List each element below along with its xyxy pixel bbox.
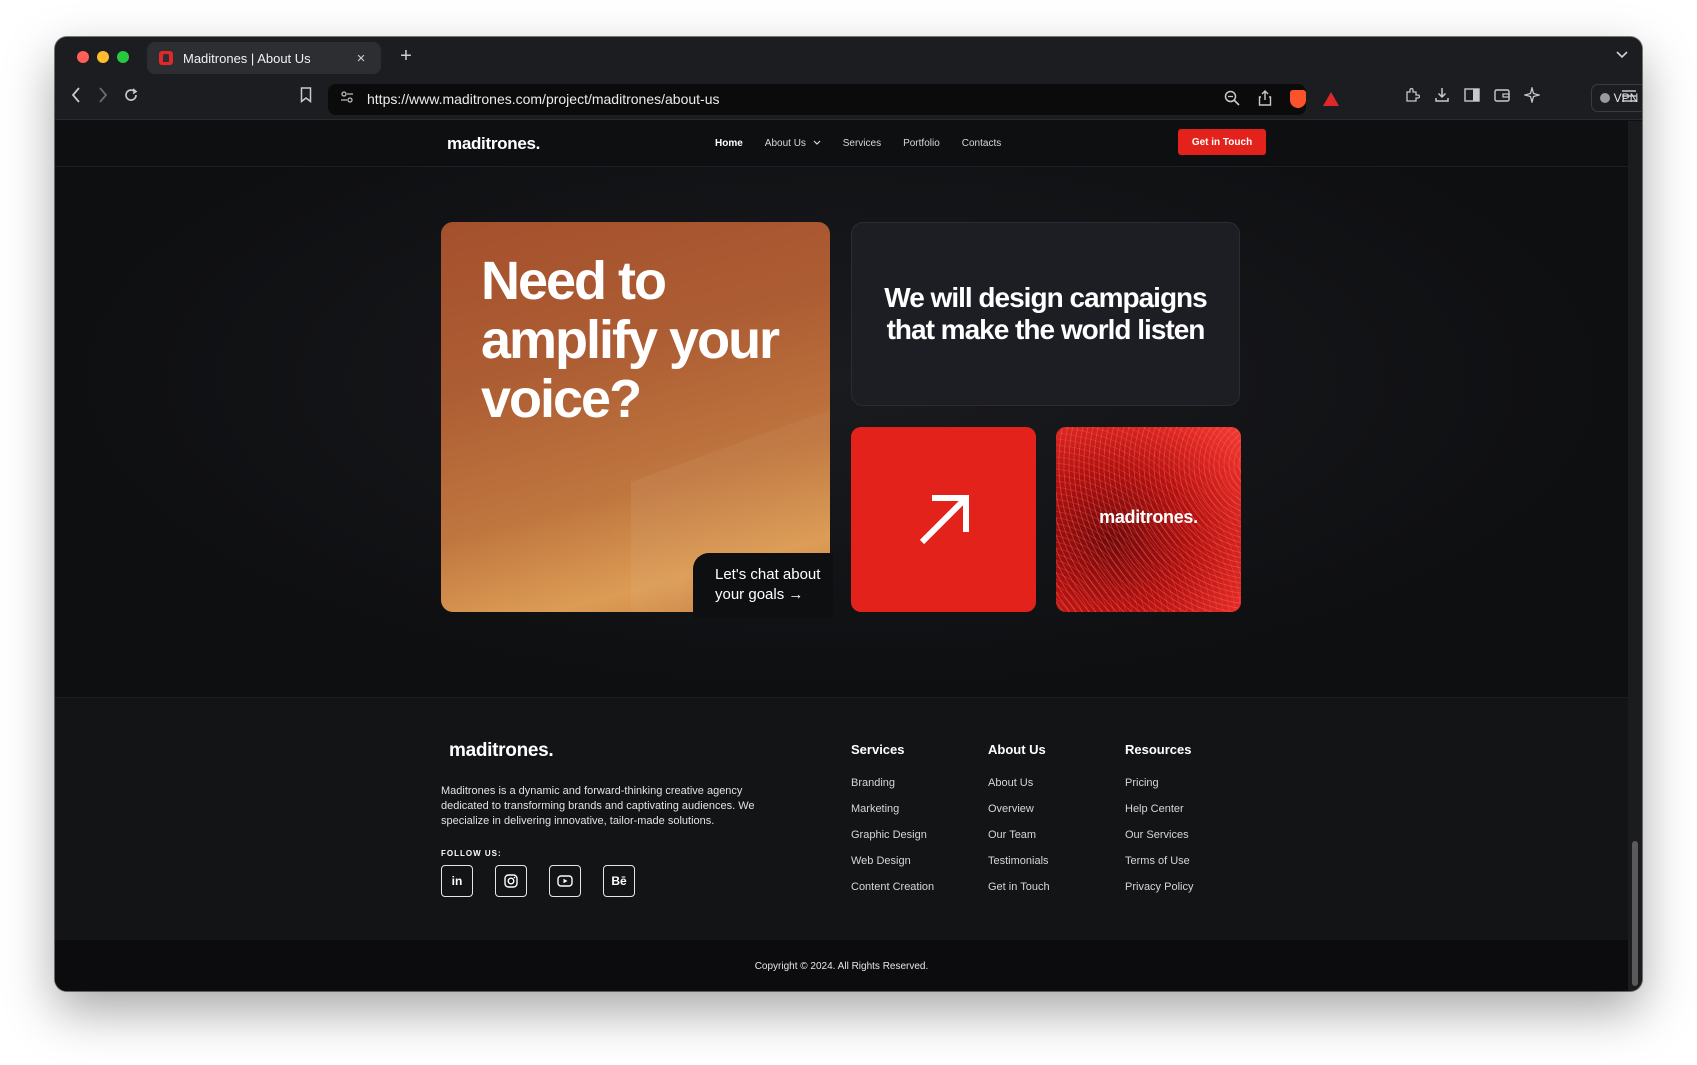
footer-link-marketing[interactable]: Marketing: [851, 803, 934, 829]
footer-link-privacy-policy[interactable]: Privacy Policy: [1125, 881, 1193, 907]
main-nav: Home About Us Services Portfolio Contact…: [715, 138, 1023, 149]
footer-col-title: About Us: [988, 742, 1046, 757]
linkedin-icon[interactable]: in: [441, 865, 473, 897]
brave-shields-icon[interactable]: [1290, 90, 1306, 108]
scrollbar-thumb[interactable]: [1632, 841, 1638, 986]
menu-icon[interactable]: [1618, 87, 1640, 107]
tab-title: Maditrones | About Us: [183, 50, 311, 66]
youtube-icon[interactable]: [549, 865, 581, 897]
footer-link-terms-of-use[interactable]: Terms of Use: [1125, 855, 1193, 881]
footer-link-about-us[interactable]: About Us: [988, 777, 1050, 803]
footer-link-help-center[interactable]: Help Center: [1125, 803, 1193, 829]
brand-logo-card: maditrones.: [1056, 427, 1241, 612]
site-settings-icon[interactable]: [340, 91, 354, 106]
nav-about-us[interactable]: About Us: [765, 138, 821, 149]
campaign-text: We will design campaigns that make the w…: [884, 282, 1207, 345]
footer-col-title: Services: [851, 742, 905, 757]
brand-logo-card-text: maditrones.: [1099, 507, 1198, 527]
site-header: maditrones. Home About Us Services Portf…: [55, 121, 1628, 167]
bookmark-icon[interactable]: [295, 87, 317, 108]
footer-link-testimonials[interactable]: Testimonials: [988, 855, 1050, 881]
nav-contacts[interactable]: Contacts: [962, 138, 1001, 149]
zoom-icon[interactable]: [1224, 90, 1240, 109]
wallet-icon[interactable]: [1491, 87, 1513, 107]
tab-bar: Maditrones | About Us × +: [55, 37, 1642, 78]
address-bar[interactable]: https://www.maditrones.com/project/madit…: [328, 84, 1339, 115]
nav-services[interactable]: Services: [843, 138, 881, 149]
hero-headline: Need to amplify your voice?: [481, 251, 780, 429]
site-logo[interactable]: maditrones.: [447, 134, 540, 154]
tab-close-icon[interactable]: ×: [353, 50, 369, 67]
reload-icon[interactable]: [120, 87, 142, 108]
footer-link-content-creation[interactable]: Content Creation: [851, 881, 934, 907]
footer-link-branding[interactable]: Branding: [851, 777, 934, 803]
footer-about-text: Maditrones is a dynamic and forward-thin…: [441, 785, 755, 827]
maximize-window-button[interactable]: [117, 51, 129, 63]
arrow-card[interactable]: [851, 427, 1036, 612]
chat-about-goals-link[interactable]: Let's chat about your goals →: [715, 565, 845, 605]
browser-window: Maditrones | About Us × + https://www.ma…: [55, 37, 1642, 991]
web-page: maditrones. Home About Us Services Portf…: [55, 121, 1628, 991]
toolbar: https://www.maditrones.com/project/madit…: [55, 78, 1642, 120]
footer-link-graphic-design[interactable]: Graphic Design: [851, 829, 934, 855]
copyright-bar: Copyright © 2024. All Rights Reserved.: [55, 940, 1628, 991]
page-scrollbar[interactable]: [1628, 121, 1642, 991]
footer-link-overview[interactable]: Overview: [988, 803, 1050, 829]
arrow-up-right-icon: [919, 494, 969, 544]
footer-link-get-in-touch[interactable]: Get in Touch: [988, 881, 1050, 907]
footer-col-resources: Resources Pricing Help Center Our Servic…: [1125, 742, 1193, 907]
follow-us-label: FOLLOW US:: [441, 849, 502, 858]
extensions-icon[interactable]: [1401, 87, 1423, 108]
nav-about-us-label: About Us: [764, 138, 806, 149]
site-favicon-icon: [159, 51, 173, 65]
tab-active[interactable]: Maditrones | About Us ×: [147, 42, 381, 74]
leo-ai-icon[interactable]: [1521, 85, 1543, 108]
nav-home[interactable]: Home: [715, 138, 743, 149]
get-in-touch-button[interactable]: Get in Touch: [1178, 129, 1266, 155]
new-tab-button[interactable]: +: [395, 45, 417, 68]
share-icon[interactable]: [1258, 90, 1272, 109]
vpn-status-icon: [1599, 93, 1610, 103]
sidebar-icon[interactable]: [1461, 87, 1483, 107]
footer-link-our-services[interactable]: Our Services: [1125, 829, 1193, 855]
footer-link-our-team[interactable]: Our Team: [988, 829, 1050, 855]
campaign-card: We will design campaigns that make the w…: [851, 222, 1240, 406]
footer-col-services: Services Branding Marketing Graphic Desi…: [851, 742, 934, 907]
footer-col-title: Resources: [1125, 742, 1192, 757]
footer-link-pricing[interactable]: Pricing: [1125, 777, 1193, 803]
footer-logo[interactable]: maditrones.: [449, 740, 554, 762]
hero-background: [55, 167, 1628, 697]
url-text[interactable]: https://www.maditrones.com/project/madit…: [367, 91, 720, 107]
footer-link-web-design[interactable]: Web Design: [851, 855, 934, 881]
minimize-window-button[interactable]: [97, 51, 109, 63]
nav-portfolio[interactable]: Portfolio: [903, 138, 940, 149]
copyright-text: Copyright © 2024. All Rights Reserved.: [754, 960, 929, 972]
social-links: in Bē: [441, 865, 635, 897]
tab-list-chevron-icon[interactable]: [1616, 47, 1628, 62]
downloads-icon[interactable]: [1431, 87, 1453, 108]
site-footer: maditrones. Maditrones is a dynamic and …: [55, 697, 1628, 991]
behance-icon[interactable]: Bē: [603, 865, 635, 897]
forward-icon[interactable]: [92, 87, 114, 108]
footer-col-about: About Us About Us Overview Our Team Test…: [988, 742, 1050, 907]
close-window-button[interactable]: [77, 51, 89, 63]
instagram-icon[interactable]: [495, 865, 527, 897]
chevron-down-icon: [813, 140, 821, 145]
brave-rewards-icon[interactable]: [1323, 92, 1339, 106]
back-icon[interactable]: [65, 87, 87, 108]
